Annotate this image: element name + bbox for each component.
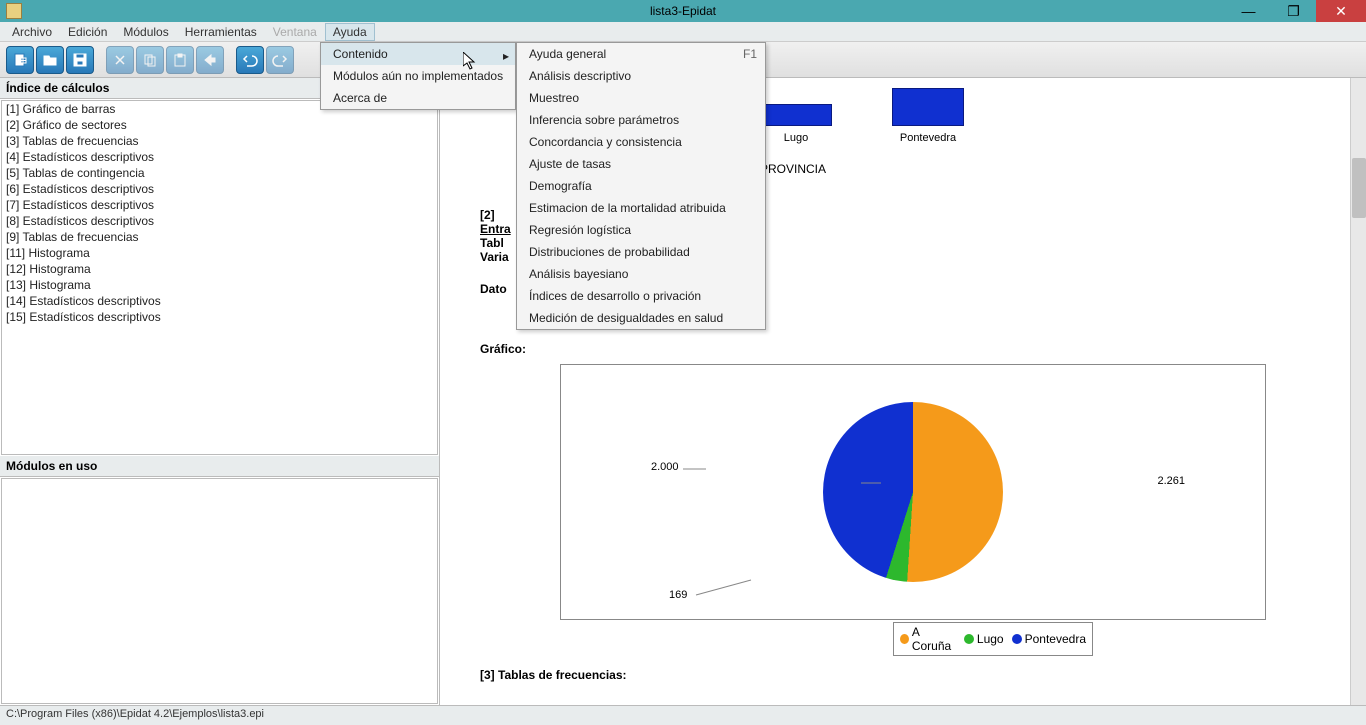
undo-button[interactable] — [236, 46, 264, 74]
window-title: lista3-Epidat — [650, 4, 716, 18]
submenu-item[interactable]: Regresión logística — [517, 219, 765, 241]
list-item[interactable]: [8] Estadísticos descriptivos — [2, 213, 437, 229]
menu-item-modulos-no-impl[interactable]: Módulos aún no implementados — [321, 65, 515, 87]
list-item[interactable]: [5] Tablas de contingencia — [2, 165, 437, 181]
left-panel: Índice de cálculos [1] Gráfico de barras… — [0, 78, 440, 705]
clear-button[interactable] — [196, 46, 224, 74]
section-3-head: [3] Tablas de frecuencias: — [480, 668, 1346, 682]
menu-edicion[interactable]: Edición — [60, 23, 115, 41]
list-item[interactable]: [6] Estadísticos descriptivos — [2, 181, 437, 197]
menu-herramientas[interactable]: Herramientas — [177, 23, 265, 41]
app-icon — [6, 3, 22, 19]
submenu-item[interactable]: Distribuciones de probabilidad — [517, 241, 765, 263]
pie-value-right: 2.261 — [1157, 475, 1185, 487]
minimize-button[interactable]: — — [1226, 0, 1271, 22]
submenu-item[interactable]: Demografía — [517, 175, 765, 197]
bar-lugo — [760, 104, 832, 126]
legend-swatch-icon — [1012, 634, 1022, 644]
submenu-item[interactable]: Índices de desarrollo o privación — [517, 285, 765, 307]
window-controls: — ❐ ✕ — [1226, 0, 1366, 22]
grafico-label: Gráfico: — [480, 342, 1346, 356]
save-button[interactable] — [66, 46, 94, 74]
help-menu-dropdown: Contenido ▸ Módulos aún no implementados… — [320, 42, 516, 110]
pie-value-bottom: 169 — [669, 589, 687, 601]
vertical-scrollbar[interactable] — [1350, 78, 1366, 705]
index-list[interactable]: [1] Gráfico de barras [2] Gráfico de sec… — [1, 100, 438, 455]
legend-swatch-icon — [964, 634, 974, 644]
new-button[interactable] — [6, 46, 34, 74]
pie-legend: A Coruña Lugo Pontevedra — [893, 622, 1093, 656]
close-button[interactable]: ✕ — [1316, 0, 1366, 22]
paste-button[interactable] — [166, 46, 194, 74]
pie-value-left: 2.000 — [651, 461, 679, 473]
maximize-button[interactable]: ❐ — [1271, 0, 1316, 22]
modules-box[interactable] — [1, 478, 438, 704]
list-item[interactable]: [4] Estadísticos descriptivos — [2, 149, 437, 165]
status-bar: C:\Program Files (x86)\Epidat 4.2\Ejempl… — [0, 705, 1366, 725]
list-item[interactable]: [15] Estadísticos descriptivos — [2, 309, 437, 325]
submenu-arrow-icon: ▸ — [503, 49, 509, 63]
menu-archivo[interactable]: Archivo — [4, 23, 60, 41]
cut-button[interactable] — [106, 46, 134, 74]
copy-button[interactable] — [136, 46, 164, 74]
submenu-item[interactable]: Muestreo — [517, 87, 765, 109]
redo-button[interactable] — [266, 46, 294, 74]
scrollbar-thumb[interactable] — [1352, 158, 1366, 218]
list-item[interactable]: [12] Histograma — [2, 261, 437, 277]
list-item[interactable]: [7] Estadísticos descriptivos — [2, 197, 437, 213]
open-button[interactable] — [36, 46, 64, 74]
bar-chart-fragment: Lugo Pontevedra — [760, 88, 964, 144]
list-item[interactable]: [3] Tablas de frecuencias — [2, 133, 437, 149]
menu-item-contenido[interactable]: Contenido ▸ — [321, 43, 515, 65]
menu-bar: Archivo Edición Módulos Herramientas Ven… — [0, 22, 1366, 42]
axis-label: PROVINCIA — [760, 162, 826, 176]
bar-label: Pontevedra — [900, 132, 956, 144]
pie-chart — [823, 402, 1003, 582]
submenu-item[interactable]: Concordancia y consistencia — [517, 131, 765, 153]
submenu-item[interactable]: Inferencia sobre parámetros — [517, 109, 765, 131]
bar-label: Lugo — [784, 132, 808, 144]
legend-swatch-icon — [900, 634, 909, 644]
modules-header: Módulos en uso — [0, 456, 439, 477]
title-bar: lista3-Epidat — ❐ ✕ — [0, 0, 1366, 22]
contenido-submenu: Ayuda generalF1 Análisis descriptivo Mue… — [516, 42, 766, 330]
menu-ayuda[interactable]: Ayuda — [325, 23, 375, 41]
submenu-item[interactable]: Análisis descriptivo — [517, 65, 765, 87]
list-item[interactable]: [14] Estadísticos descriptivos — [2, 293, 437, 309]
list-item[interactable]: [2] Gráfico de sectores — [2, 117, 437, 133]
menu-item-acerca-de[interactable]: Acerca de — [321, 87, 515, 109]
bar-pontevedra — [892, 88, 964, 126]
list-item[interactable]: [9] Tablas de frecuencias — [2, 229, 437, 245]
list-item[interactable]: [11] Histograma — [2, 245, 437, 261]
menu-modulos[interactable]: Módulos — [115, 23, 176, 41]
submenu-item[interactable]: Ayuda generalF1 — [517, 43, 765, 65]
menu-ventana[interactable]: Ventana — [265, 23, 325, 41]
submenu-item[interactable]: Análisis bayesiano — [517, 263, 765, 285]
list-item[interactable]: [13] Histograma — [2, 277, 437, 293]
submenu-item[interactable]: Estimacion de la mortalidad atribuida — [517, 197, 765, 219]
pie-chart-box: 2.000 2.261 169 — [560, 364, 1266, 620]
submenu-item[interactable]: Ajuste de tasas — [517, 153, 765, 175]
submenu-item[interactable]: Medición de desigualdades en salud — [517, 307, 765, 329]
